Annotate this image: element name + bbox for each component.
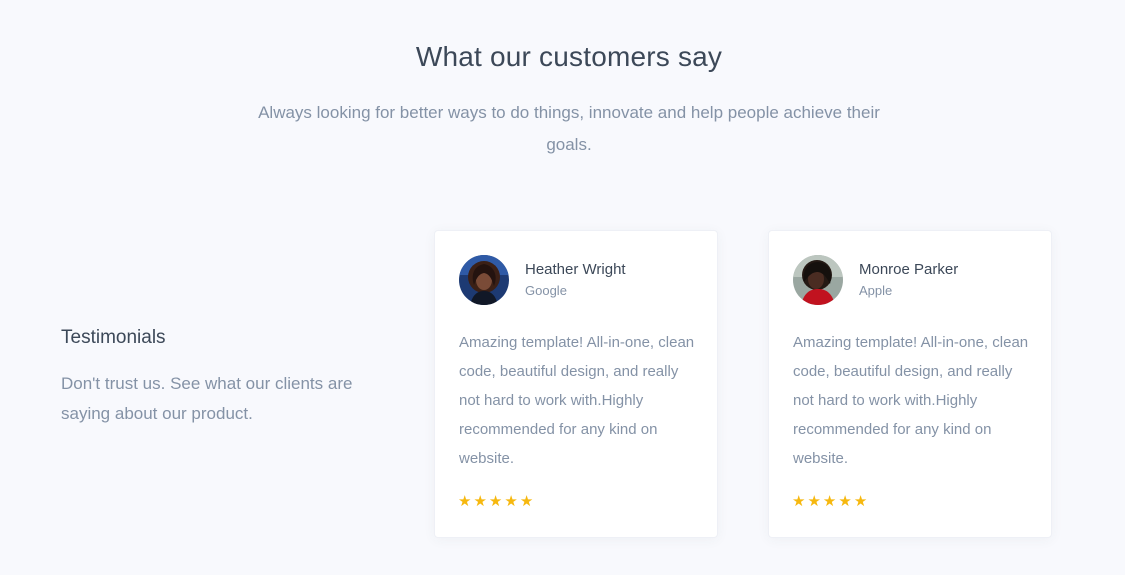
person-info: Heather Wright Google	[525, 260, 626, 300]
star-icon: ★	[473, 493, 487, 510]
section-header: What our customers say Always looking fo…	[0, 38, 1125, 161]
testimonial-card-monroe-parker: Monroe Parker Apple Amazing template! Al…	[768, 230, 1052, 538]
star-icon: ★	[792, 493, 806, 510]
testimonial-header: Heather Wright Google	[459, 255, 626, 305]
testimonial-card-heather-wright: Heather Wright Google Amazing template! …	[434, 230, 718, 538]
testimonial-quote: Amazing template! All-in-one, clean code…	[793, 334, 1029, 467]
testimonials-intro: Testimonials Don't trust us. See what ou…	[61, 326, 361, 429]
star-icon: ★	[822, 493, 837, 510]
person-company: Apple	[859, 283, 893, 298]
intro-text: Don't trust us. See what our clients are…	[61, 374, 353, 423]
section-subtitle: Always looking for better ways to do thi…	[258, 103, 880, 154]
star-icon: ★	[807, 493, 821, 510]
person-company: Google	[525, 283, 567, 298]
star-rating: ★ ★ ★ ★ ★	[458, 493, 535, 511]
star-icon: ★	[519, 493, 534, 510]
star-icon: ★	[458, 493, 472, 510]
person-name: Monroe Parker	[859, 261, 959, 278]
intro-title: Testimonials	[61, 327, 166, 348]
testimonial-quote: Amazing template! All-in-one, clean code…	[459, 334, 695, 467]
star-icon: ★	[504, 493, 518, 510]
section-title: What our customers say	[415, 41, 723, 72]
person-avatar-icon	[459, 255, 509, 305]
star-icon: ★	[488, 493, 503, 510]
testimonial-header: Monroe Parker Apple	[793, 255, 958, 305]
star-icon: ★	[853, 493, 868, 510]
avatar	[459, 255, 509, 305]
person-info: Monroe Parker Apple	[859, 260, 958, 300]
person-name: Heather Wright	[525, 261, 626, 278]
star-icon: ★	[838, 493, 852, 510]
star-rating: ★ ★ ★ ★ ★	[792, 493, 869, 511]
avatar	[793, 255, 843, 305]
person-avatar-icon	[793, 255, 843, 305]
